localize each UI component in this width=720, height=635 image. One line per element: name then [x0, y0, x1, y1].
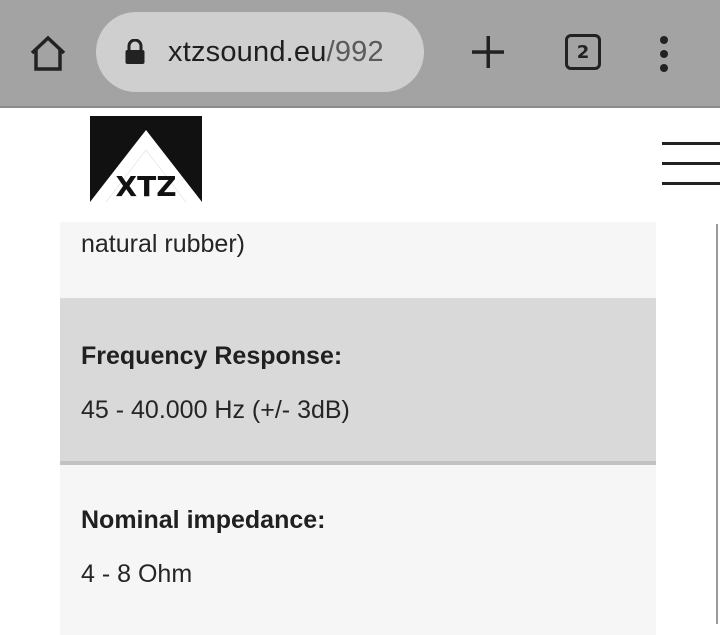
url-path: /992 [326, 36, 384, 68]
tab-switcher-button[interactable]: 2 [562, 32, 604, 72]
lock-icon [125, 39, 145, 64]
tab-switcher-icon: 2 [565, 34, 601, 70]
spec-value: natural rubber) [81, 230, 245, 258]
browser-toolbar: xtzsound.eu/992 2 [0, 0, 720, 108]
spec-label: Frequency Response: [81, 342, 343, 370]
logo-graphic: XTZ [90, 116, 202, 203]
spec-row: Nominal impedance: 4 - 8 Ohm [60, 465, 656, 635]
home-button[interactable] [22, 30, 74, 76]
spec-row: Frequency Response: 45 - 40.000 Hz (+/- … [60, 298, 656, 465]
plus-icon [472, 36, 504, 68]
home-icon [30, 35, 66, 71]
spec-value: 4 - 8 Ohm [81, 560, 193, 588]
more-vert-icon [660, 36, 668, 72]
site-menu-button[interactable] [660, 140, 720, 188]
spec-row: natural rubber) [60, 222, 656, 298]
xtz-logo[interactable]: XTZ [90, 116, 202, 203]
url-text: xtzsound.eu/992 [168, 34, 418, 70]
spec-value: 45 - 40.000 Hz (+/- 3dB) [81, 396, 350, 424]
address-bar[interactable]: xtzsound.eu/992 [96, 12, 424, 92]
hamburger-line [662, 162, 720, 165]
site-header: XTZ [0, 110, 720, 222]
logo-text: XTZ [116, 170, 177, 202]
spec-table: natural rubber) Frequency Response: 45 -… [60, 222, 656, 635]
spec-label: Nominal impedance: [81, 506, 326, 534]
hamburger-line [662, 182, 720, 185]
new-tab-button[interactable] [464, 28, 512, 76]
page-edge-line [716, 224, 718, 624]
url-host: xtzsound.eu [168, 36, 327, 68]
hamburger-line [662, 142, 720, 145]
browser-menu-button[interactable] [644, 30, 684, 78]
